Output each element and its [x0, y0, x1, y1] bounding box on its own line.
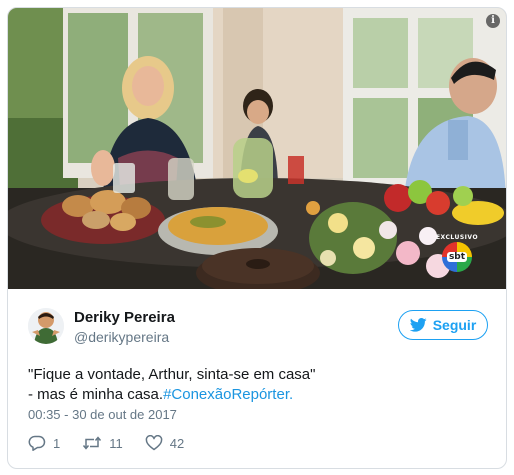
- info-icon[interactable]: i: [486, 14, 500, 28]
- reply-count: 1: [53, 435, 61, 451]
- tweet-timestamp[interactable]: 00:35 - 30 de out de 2017: [28, 407, 177, 422]
- twitter-bird-icon: [409, 318, 427, 332]
- sbt-logo: sbt: [442, 242, 472, 272]
- retweet-button[interactable]: 11: [82, 436, 123, 451]
- tweet-author: Deriky Pereira @derikypereira Seguir: [28, 308, 488, 350]
- retweet-count: 11: [109, 435, 123, 451]
- channel-badge: EXCLUSIVO sbt: [434, 234, 480, 272]
- badge-label: EXCLUSIVO: [435, 234, 479, 241]
- like-count: 42: [169, 435, 185, 451]
- avatar-caricature-icon: [28, 308, 64, 344]
- hashtag-link[interactable]: #ConexãoRepórter.: [163, 386, 293, 403]
- tweet-text-line2: - mas é minha casa.#ConexãoRepórter.: [28, 385, 488, 405]
- tweet-text-line2-prefix: - mas é minha casa.: [28, 386, 164, 403]
- reply-icon: [28, 435, 46, 451]
- heart-icon: [145, 435, 163, 451]
- author-name[interactable]: Deriky Pereira: [74, 309, 175, 326]
- retweet-icon: [83, 436, 102, 450]
- tweet-card: i EXCLUSIVO sbt Deriky Pereira @derikype…: [7, 7, 507, 469]
- tv-scene-photo: [8, 8, 506, 289]
- avatar[interactable]: [28, 308, 64, 344]
- tweet-text: "Fique a vontade, Arthur, sinta-se em ca…: [28, 365, 488, 405]
- tweet-media-image[interactable]: i EXCLUSIVO sbt: [8, 8, 506, 289]
- like-button[interactable]: 42: [145, 435, 184, 451]
- reply-button[interactable]: 1: [28, 435, 60, 451]
- sbt-logo-text: sbt: [446, 252, 468, 262]
- follow-button[interactable]: Seguir: [398, 310, 488, 340]
- tweet-text-line1: "Fique a vontade, Arthur, sinta-se em ca…: [28, 366, 316, 383]
- tweet-actions: 1 11 42: [28, 433, 184, 453]
- author-handle[interactable]: @derikypereira: [74, 329, 169, 345]
- follow-label: Seguir: [432, 317, 477, 333]
